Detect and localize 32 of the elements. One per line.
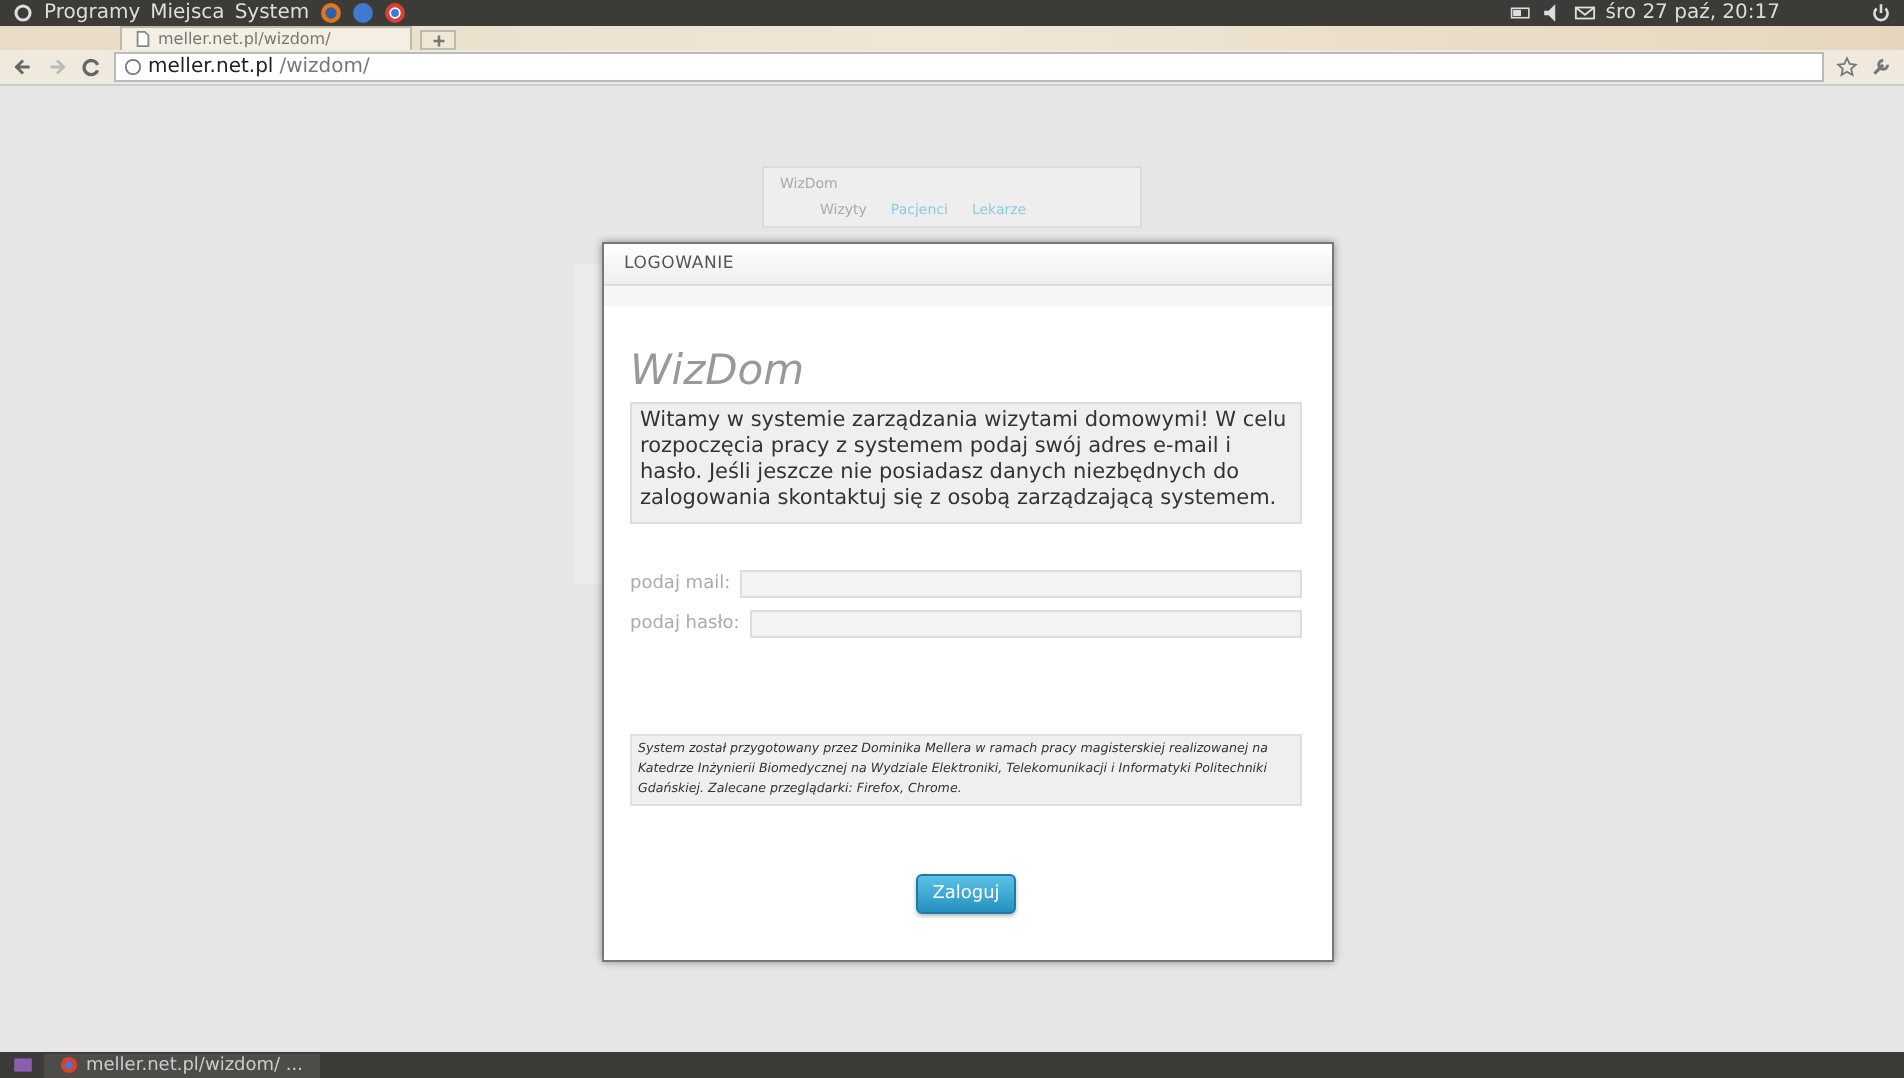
clock[interactable]: śro 27 paź, 20:17: [1605, 2, 1780, 24]
plus-icon: [429, 31, 448, 49]
input-field[interactable]: [749, 610, 1302, 638]
app-heading: WizDom: [630, 346, 807, 394]
browser-tab[interactable]: meller.net.pl/wizdom/: [120, 26, 413, 50]
desktop-icon[interactable]: [12, 1054, 34, 1076]
window-title: meller.net.pl/wizdom/ ...: [86, 1055, 304, 1075]
browser-icon: [60, 1056, 78, 1074]
logo-icon[interactable]: [12, 2, 34, 24]
address-bar[interactable]: meller.net.pl /wizdom/: [114, 52, 1824, 82]
globe-icon: [124, 58, 142, 76]
menu-item[interactable]: Miejsca: [150, 2, 225, 24]
browser-icon[interactable]: [383, 2, 406, 24]
dialog-title: LOGOWANIE: [624, 254, 735, 274]
input-field[interactable]: [740, 570, 1302, 598]
intro-text: Witamy w systemie zarządzania wizytami domowymi! W celu rozpoczęcia pracy z systemem podaj swój adres e-mail i hasło. Jeśli jeszcze nie posiadasz danych niezbędnych do zalogowania skontaktuj się z osobą zarządzającą systemem.: [630, 402, 1302, 524]
wrench-icon[interactable]: [1870, 56, 1892, 78]
globe-icon[interactable]: [319, 2, 342, 24]
login-button[interactable]: Zaloguj: [916, 874, 1016, 914]
field-label: podaj hasło:: [630, 614, 740, 634]
menu-item[interactable]: System: [234, 2, 310, 24]
menu-item[interactable]: Programy: [44, 2, 141, 24]
battery-icon[interactable]: [1509, 2, 1532, 24]
star-icon[interactable]: [1836, 56, 1858, 78]
reload-icon[interactable]: [80, 56, 102, 78]
back-icon[interactable]: [12, 56, 34, 78]
field-label: podaj mail:: [630, 574, 731, 594]
mail-icon[interactable]: [1573, 2, 1596, 24]
taskbar-window[interactable]: meller.net.pl/wizdom/ ...: [44, 1053, 320, 1077]
new-tab-button[interactable]: [420, 30, 457, 50]
tab-title: meller.net.pl/wizdom/: [158, 30, 331, 48]
power-icon[interactable]: [1870, 2, 1892, 24]
